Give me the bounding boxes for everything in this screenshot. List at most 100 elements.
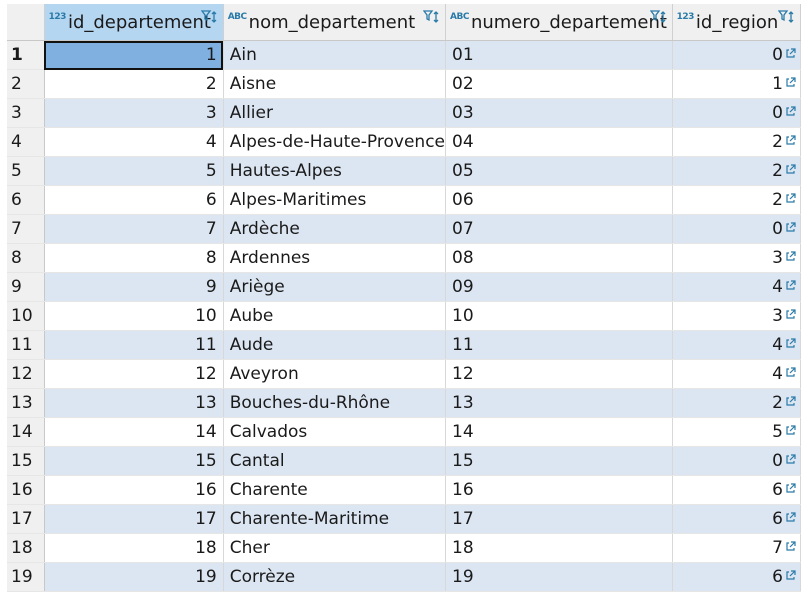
cell-id-region[interactable]: 0 xyxy=(672,98,801,128)
row-number[interactable]: 3 xyxy=(7,98,45,128)
column-header-numero-departement[interactable]: ABC numero_departement xyxy=(445,4,673,41)
foreign-key-link-icon[interactable] xyxy=(785,483,796,494)
foreign-key-link-icon[interactable] xyxy=(785,309,796,320)
foreign-key-link-icon[interactable] xyxy=(785,367,796,378)
cell-numero-departement[interactable]: 16 xyxy=(445,475,673,505)
cell-nom-departement[interactable]: Aisne xyxy=(223,69,447,99)
cell-numero-departement[interactable]: 18 xyxy=(445,533,673,563)
foreign-key-link-icon[interactable] xyxy=(785,512,796,523)
cell-numero-departement[interactable]: 15 xyxy=(445,446,673,476)
table-row[interactable]: 7 7 Ardèche 07 0 xyxy=(7,214,801,244)
row-number[interactable]: 15 xyxy=(7,446,45,476)
foreign-key-link-icon[interactable] xyxy=(785,425,796,436)
cell-id-region[interactable]: 3 xyxy=(672,301,801,331)
cell-id-region[interactable]: 2 xyxy=(672,388,801,418)
cell-id-departement[interactable]: 15 xyxy=(44,446,224,476)
column-header-id-departement[interactable]: 123 id_departement xyxy=(44,4,224,41)
table-row[interactable]: 4 4 Alpes-de-Haute-Provence 04 2 xyxy=(7,127,801,157)
cell-id-departement[interactable]: 13 xyxy=(44,388,224,418)
row-number[interactable]: 12 xyxy=(7,359,45,389)
foreign-key-link-icon[interactable] xyxy=(785,396,796,407)
cell-id-departement[interactable]: 18 xyxy=(44,533,224,563)
cell-id-region[interactable]: 7 xyxy=(672,533,801,563)
cell-nom-departement[interactable]: Cher xyxy=(223,533,447,563)
cell-id-region[interactable]: 6 xyxy=(672,475,801,505)
table-row[interactable]: 11 11 Aude 11 4 xyxy=(7,330,801,360)
row-number[interactable]: 13 xyxy=(7,388,45,418)
row-number[interactable]: 8 xyxy=(7,243,45,273)
row-number[interactable]: 6 xyxy=(7,185,45,215)
row-number[interactable]: 18 xyxy=(7,533,45,563)
table-row[interactable]: 19 19 Corrèze 19 6 xyxy=(7,562,801,592)
row-number[interactable]: 16 xyxy=(7,475,45,505)
cell-numero-departement[interactable]: 01 xyxy=(445,40,673,70)
table-row[interactable]: 6 6 Alpes-Maritimes 06 2 xyxy=(7,185,801,215)
cell-id-departement[interactable]: 16 xyxy=(44,475,224,505)
cell-nom-departement[interactable]: Aveyron xyxy=(223,359,447,389)
row-number[interactable]: 17 xyxy=(7,504,45,534)
cell-id-region[interactable]: 3 xyxy=(672,243,801,273)
cell-id-departement[interactable]: 4 xyxy=(44,127,224,157)
cell-numero-departement[interactable]: 03 xyxy=(445,98,673,128)
row-number[interactable]: 14 xyxy=(7,417,45,447)
cell-id-departement[interactable]: 8 xyxy=(44,243,224,273)
cell-numero-departement[interactable]: 02 xyxy=(445,69,673,99)
table-row[interactable]: 2 2 Aisne 02 1 xyxy=(7,69,801,99)
filter-sort-icon[interactable] xyxy=(649,10,668,24)
foreign-key-link-icon[interactable] xyxy=(785,280,796,291)
row-number[interactable]: 5 xyxy=(7,156,45,186)
row-number[interactable]: 2 xyxy=(7,69,45,99)
cell-numero-departement[interactable]: 19 xyxy=(445,562,673,592)
cell-id-departement[interactable]: 1 xyxy=(44,40,224,70)
cell-id-departement[interactable]: 10 xyxy=(44,301,224,331)
cell-nom-departement[interactable]: Aube xyxy=(223,301,447,331)
cell-numero-departement[interactable]: 05 xyxy=(445,156,673,186)
cell-nom-departement[interactable]: Bouches-du-Rhône xyxy=(223,388,447,418)
row-number[interactable]: 10 xyxy=(7,301,45,331)
foreign-key-link-icon[interactable] xyxy=(785,454,796,465)
table-row[interactable]: 13 13 Bouches-du-Rhône 13 2 xyxy=(7,388,801,418)
cell-id-departement[interactable]: 17 xyxy=(44,504,224,534)
table-row[interactable]: 12 12 Aveyron 12 4 xyxy=(7,359,801,389)
cell-numero-departement[interactable]: 14 xyxy=(445,417,673,447)
table-row[interactable]: 9 9 Ariège 09 4 xyxy=(7,272,801,302)
filter-sort-icon[interactable] xyxy=(200,10,219,24)
cell-id-departement[interactable]: 11 xyxy=(44,330,224,360)
cell-id-region[interactable]: 4 xyxy=(672,359,801,389)
row-number[interactable]: 9 xyxy=(7,272,45,302)
cell-id-region[interactable]: 0 xyxy=(672,40,801,70)
corner-cell[interactable] xyxy=(7,4,45,41)
cell-id-region[interactable]: 2 xyxy=(672,156,801,186)
foreign-key-link-icon[interactable] xyxy=(785,164,796,175)
column-header-id-region[interactable]: 123 id_region xyxy=(672,4,801,41)
cell-numero-departement[interactable]: 13 xyxy=(445,388,673,418)
cell-id-region[interactable]: 6 xyxy=(672,504,801,534)
table-row[interactable]: 3 3 Allier 03 0 xyxy=(7,98,801,128)
foreign-key-link-icon[interactable] xyxy=(785,251,796,262)
table-row[interactable]: 8 8 Ardennes 08 3 xyxy=(7,243,801,273)
cell-nom-departement[interactable]: Corrèze xyxy=(223,562,447,592)
foreign-key-link-icon[interactable] xyxy=(785,106,796,117)
cell-id-departement[interactable]: 14 xyxy=(44,417,224,447)
cell-nom-departement[interactable]: Hautes-Alpes xyxy=(223,156,447,186)
cell-id-departement[interactable]: 12 xyxy=(44,359,224,389)
cell-id-region[interactable]: 6 xyxy=(672,562,801,592)
cell-id-region[interactable]: 0 xyxy=(672,214,801,244)
cell-nom-departement[interactable]: Charente-Maritime xyxy=(223,504,447,534)
cell-nom-departement[interactable]: Charente xyxy=(223,475,447,505)
foreign-key-link-icon[interactable] xyxy=(785,77,796,88)
row-number[interactable]: 7 xyxy=(7,214,45,244)
table-row[interactable]: 14 14 Calvados 14 5 xyxy=(7,417,801,447)
cell-id-region[interactable]: 5 xyxy=(672,417,801,447)
row-number[interactable]: 19 xyxy=(7,562,45,592)
foreign-key-link-icon[interactable] xyxy=(785,541,796,552)
table-row[interactable]: 18 18 Cher 18 7 xyxy=(7,533,801,563)
table-row[interactable]: 5 5 Hautes-Alpes 05 2 xyxy=(7,156,801,186)
cell-nom-departement[interactable]: Alpes-de-Haute-Provence xyxy=(223,127,447,157)
cell-numero-departement[interactable]: 17 xyxy=(445,504,673,534)
cell-nom-departement[interactable]: Calvados xyxy=(223,417,447,447)
cell-id-region[interactable]: 2 xyxy=(672,185,801,215)
cell-id-departement[interactable]: 7 xyxy=(44,214,224,244)
cell-id-departement[interactable]: 5 xyxy=(44,156,224,186)
cell-nom-departement[interactable]: Alpes-Maritimes xyxy=(223,185,447,215)
